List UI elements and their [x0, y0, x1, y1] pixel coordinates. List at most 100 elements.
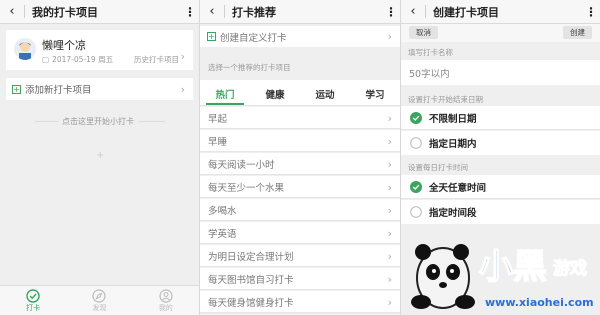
back-icon[interactable]: ‹ — [0, 4, 24, 19]
more-icon[interactable]: ⋮ — [181, 5, 199, 19]
plus-icon: + — [12, 84, 21, 94]
name-label: 填写打卡名称 — [408, 48, 453, 57]
tab-sport[interactable]: 运动 — [300, 80, 350, 105]
option-label: 指定日期内 — [429, 139, 477, 150]
bottom-nav: 打卡 发现 我的 — [0, 285, 199, 315]
list-item[interactable]: 学英语 › — [200, 222, 400, 244]
list-item[interactable]: 每天至少一个水果 › — [200, 176, 400, 198]
create-button[interactable]: 创建 — [563, 26, 592, 39]
top-bar: ‹ 创建打卡项目 ⋮ — [401, 0, 600, 24]
nav-mine[interactable]: 我的 — [133, 286, 199, 315]
recommend-panel: ‹ 打卡推荐 ⋮ + 创建自定义打卡 › 选择一个推荐的打卡项目 热门 健康 运… — [200, 0, 400, 315]
user-name: 懒哩个凉 — [42, 39, 86, 52]
list-item[interactable]: 多喝水 › — [200, 199, 400, 221]
nav-discover[interactable]: 发现 — [66, 286, 132, 315]
chevron-right-icon: › — [387, 30, 392, 43]
svg-text:游戏: 游戏 — [553, 258, 587, 279]
date-label: 设置打卡开始结束日期 — [408, 95, 483, 104]
name-field[interactable]: 50字以内 — [401, 60, 600, 85]
item-label: 每天阅读一小时 — [208, 159, 275, 171]
user-icon — [159, 289, 173, 303]
more-icon[interactable]: ⋮ — [382, 5, 400, 19]
nav-checkin[interactable]: 打卡 — [0, 286, 66, 315]
name-placeholder: 50字以内 — [409, 68, 450, 80]
time-option-period[interactable]: 指定时间段 — [401, 200, 600, 224]
separator — [224, 5, 225, 18]
create-custom-row[interactable]: + 创建自定义打卡 › — [200, 26, 400, 47]
check-circle-icon — [26, 289, 40, 303]
plus-icon: + — [207, 32, 216, 41]
time-label: 设置每日打卡时间 — [408, 163, 468, 172]
list-item[interactable]: 早起 › — [200, 107, 400, 129]
item-label: 每天至少一个水果 — [208, 182, 285, 194]
tab-label: 学习 — [365, 90, 385, 101]
list-item[interactable]: 每天图书馆自习打卡 › — [200, 268, 400, 290]
tab-hot[interactable]: 热门 — [200, 80, 250, 105]
more-icon[interactable]: ⋮ — [582, 5, 600, 19]
item-label: 早睡 — [208, 136, 228, 148]
cancel-button[interactable]: 取消 — [409, 26, 438, 39]
add-item-row[interactable]: + 添加新打卡项目 › — [6, 78, 193, 100]
item-label: 学英语 — [208, 228, 237, 240]
create-checkin-panel: ‹ 创建打卡项目 ⋮ 取消 创建 填写打卡名称 50字以内 设置打卡开始结束日期… — [401, 0, 600, 315]
separator — [24, 5, 25, 18]
top-bar: ‹ 我的打卡项目 ⋮ — [0, 0, 199, 24]
list-item[interactable]: 每天阅读一小时 › — [200, 153, 400, 175]
date-text: 2017-05-19 周五 — [52, 55, 114, 64]
list-item[interactable]: 早睡 › — [200, 130, 400, 152]
item-label: 每天健身馆健身打卡 — [208, 297, 294, 309]
chevron-right-icon: › — [387, 273, 392, 286]
date-row: ▢ 2017-05-19 周五 — [42, 54, 113, 65]
item-label: 每天图书馆自习打卡 — [208, 274, 294, 286]
user-card[interactable]: 懒哩个凉 ▢ 2017-05-19 周五 历史打卡项目 › — [6, 30, 193, 70]
tab-health[interactable]: 健康 — [250, 80, 300, 105]
item-label: 多喝水 — [208, 205, 237, 217]
date-option-unlimited[interactable]: 不限制日期 — [401, 106, 600, 130]
list-item[interactable]: 每天健身馆健身打卡 › — [200, 291, 400, 313]
page-title: 创建打卡项目 — [433, 5, 499, 19]
create-custom-label: 创建自定义打卡 — [220, 32, 287, 44]
chevron-right-icon: › — [387, 227, 392, 240]
tab-label: 热门 — [215, 90, 235, 101]
chevron-right-icon: › — [387, 296, 392, 309]
calendar-icon: ▢ — [42, 55, 50, 64]
nav-label: 我的 — [158, 304, 173, 312]
add-icon: + — [96, 150, 105, 161]
watermark-logo: 小黑 游戏 www.xiaohei.com — [411, 244, 594, 309]
item-label: 早起 — [208, 113, 228, 125]
tab-label: 健康 — [265, 90, 285, 101]
page-title: 打卡推荐 — [232, 5, 276, 19]
top-bar: ‹ 打卡推荐 ⋮ — [200, 0, 400, 24]
list-item[interactable]: 为明日设定合理计划 › — [200, 245, 400, 267]
svg-text:小黑: 小黑 — [479, 247, 547, 287]
back-icon[interactable]: ‹ — [401, 4, 425, 19]
action-bar: 取消 创建 — [401, 24, 600, 42]
tab-label: 运动 — [315, 90, 335, 101]
avatar — [14, 38, 36, 60]
chevron-right-icon: › — [180, 83, 185, 96]
my-checkin-panel: ‹ 我的打卡项目 ⋮ 懒哩个凉 ▢ 2017-05-19 周五 历史打卡项目 ›… — [0, 0, 199, 315]
back-icon[interactable]: ‹ — [200, 4, 224, 19]
chevron-right-icon: › — [387, 112, 392, 125]
compass-icon — [92, 289, 107, 303]
separator — [425, 5, 426, 18]
add-item-label: 添加新打卡项目 — [25, 85, 92, 96]
start-hint[interactable]: 点击这里开始小打卡 — [58, 116, 138, 127]
time-option-anytime[interactable]: 全天任意时间 — [401, 175, 600, 199]
option-label: 全天任意时间 — [429, 182, 487, 194]
tab-bar: 热门 健康 运动 学习 — [200, 80, 400, 106]
unchecked-radio-icon — [410, 137, 422, 149]
item-label: 为明日设定合理计划 — [208, 251, 294, 263]
history-link[interactable]: 历史打卡项目 — [134, 54, 179, 65]
page-title: 我的打卡项目 — [32, 5, 98, 19]
option-label: 不限制日期 — [429, 113, 477, 125]
tab-study[interactable]: 学习 — [350, 80, 400, 105]
unchecked-radio-icon — [410, 206, 422, 218]
choose-hint: 选择一个推荐的打卡项目 — [208, 63, 291, 72]
chevron-right-icon: › — [387, 158, 392, 171]
checked-radio-icon — [410, 180, 422, 193]
chevron-right-icon: › — [387, 135, 392, 148]
chevron-right-icon: › — [180, 50, 185, 63]
chevron-right-icon: › — [387, 204, 392, 217]
date-option-range[interactable]: 指定日期内 — [401, 131, 600, 155]
